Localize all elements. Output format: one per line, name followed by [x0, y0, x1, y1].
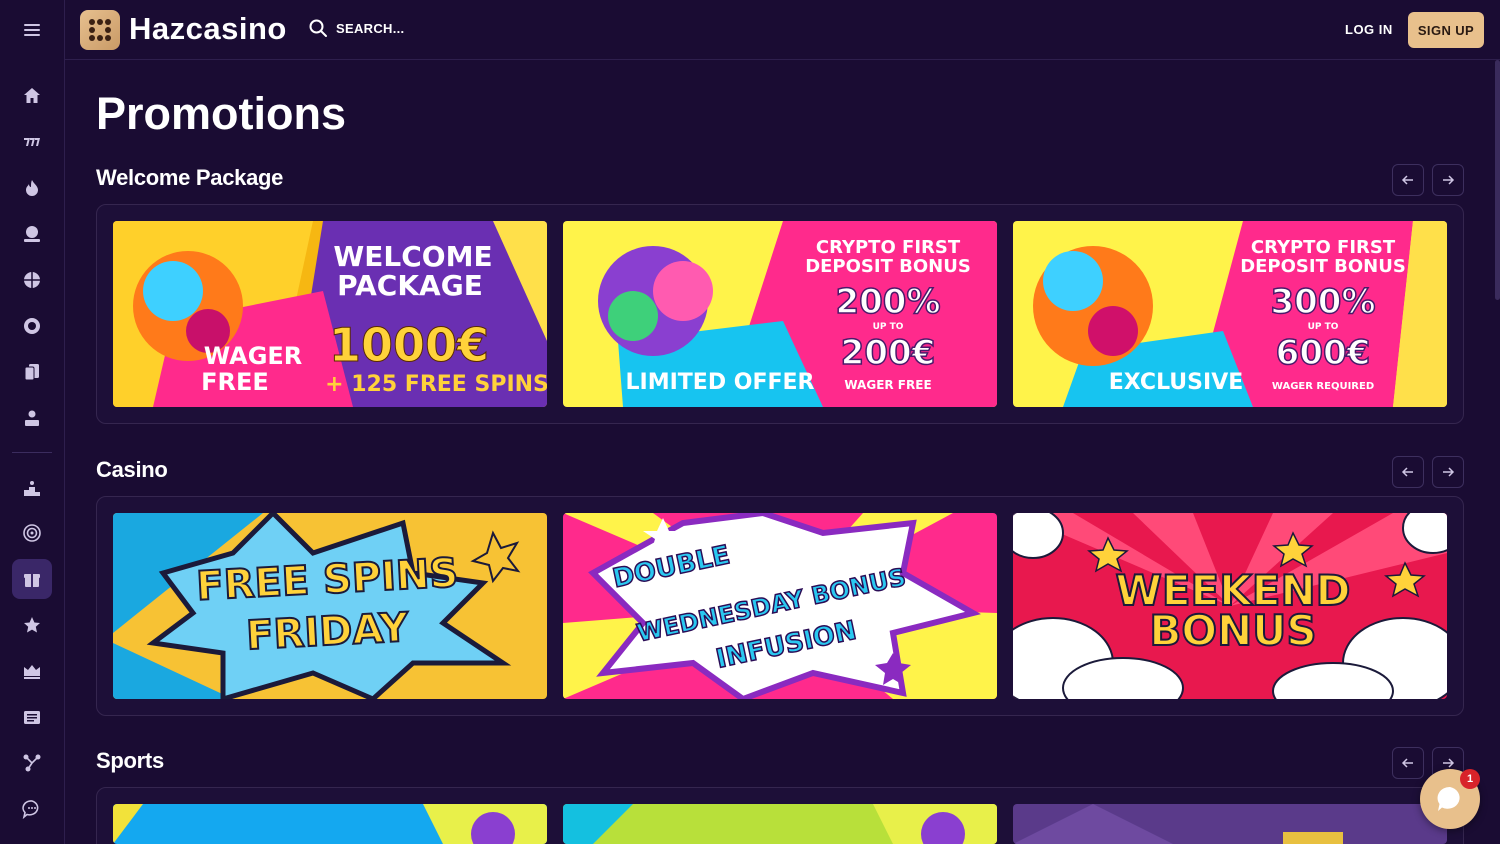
cards-icon[interactable] [12, 352, 52, 392]
promo-card-weekend-bonus[interactable]: WEEKEND BONUS [1013, 513, 1447, 699]
logo-icon[interactable] [80, 10, 120, 50]
signup-button[interactable]: SIGN UP [1408, 12, 1484, 48]
promo-card-free-spins-friday[interactable]: FREE SPINS FRIDAY [113, 513, 547, 699]
target-icon[interactable] [12, 513, 52, 553]
page-title: Promotions [96, 88, 347, 139]
card1-wager: WAGER [204, 342, 303, 370]
card3-percent: 300% [1270, 282, 1375, 322]
basketball-icon[interactable] [12, 260, 52, 300]
leaderboard-icon[interactable] [12, 468, 52, 508]
fire-icon[interactable] [12, 168, 52, 208]
card1-spins: + 125 FREE SPINS [325, 372, 547, 397]
home-icon[interactable] [12, 76, 52, 116]
welcome-next-button[interactable] [1432, 164, 1464, 196]
card3-upto: UP TO [1308, 322, 1339, 332]
chat-icon[interactable] [12, 789, 52, 829]
slots-icon[interactable] [12, 122, 52, 162]
card3-amount: 600€ [1276, 333, 1371, 373]
promo-card-double-wednesday[interactable]: DOUBLE WEDNESDAY BONUS INFUSION [563, 513, 997, 699]
card3-exclusive: EXCLUSIVE [1109, 370, 1244, 395]
card3-wager: WAGER REQUIRED [1272, 381, 1374, 392]
section-title-welcome: Welcome Package [96, 165, 284, 190]
search-label: SEARCH... [336, 20, 405, 36]
top-header: Hazcasino SEARCH... LOG IN SIGN UP [65, 0, 1500, 60]
card1-free: FREE [201, 368, 269, 396]
card3-line2: DEPOSIT BONUS [1240, 256, 1406, 277]
search-icon [309, 19, 327, 37]
chat-notification-badge: 1 [1460, 769, 1480, 789]
card4-line2: FRIDAY [245, 605, 411, 659]
arrow-left-icon [1401, 175, 1413, 185]
promo-card-crypto-300[interactable]: CRYPTO FIRST DEPOSIT BONUS 300% UP TO 60… [1013, 221, 1447, 407]
arrow-right-icon [1443, 175, 1455, 185]
news-icon[interactable] [12, 697, 52, 737]
sidebar [0, 0, 65, 844]
login-button[interactable]: LOG IN [1345, 22, 1393, 37]
speech-bubble-icon [1437, 786, 1460, 811]
card2-line2: DEPOSIT BONUS [805, 256, 971, 277]
user-stand-icon[interactable] [12, 398, 52, 438]
crown-icon[interactable] [12, 651, 52, 691]
star-icon[interactable] [12, 605, 52, 645]
card2-line1: CRYPTO FIRST [816, 237, 961, 258]
welcome-prev-button[interactable] [1392, 164, 1424, 196]
card2-wager: WAGER FREE [844, 378, 931, 392]
card6-line2: BONUS [1149, 606, 1316, 655]
promo-card-crypto-200[interactable]: CRYPTO FIRST DEPOSIT BONUS 200% UP TO 20… [563, 221, 997, 407]
card1-line2: PACKAGE [337, 269, 483, 302]
arrow-right-icon [1443, 467, 1455, 477]
arrow-right-icon [1443, 758, 1455, 768]
card2-percent: 200% [835, 282, 940, 322]
promo-card-welcome-package[interactable]: WELCOME PACKAGE 1000€ + 125 FREE SPINS W… [113, 221, 547, 407]
card2-upto: UP TO [873, 322, 904, 332]
section-title-casino: Casino [96, 457, 168, 482]
card1-amount: 1000€ [329, 318, 489, 372]
scrollbar[interactable] [1495, 60, 1500, 300]
casino-next-button[interactable] [1432, 456, 1464, 488]
promo-card-sports-3[interactable] [1013, 804, 1447, 844]
arrow-left-icon [1401, 467, 1413, 477]
card3-line1: CRYPTO FIRST [1251, 237, 1396, 258]
gift-icon[interactable] [12, 559, 52, 599]
card2-offer: LIMITED OFFER [626, 370, 815, 395]
search-button[interactable]: SEARCH... [308, 18, 404, 38]
card2-amount: 200€ [841, 333, 936, 373]
cash-stack-icon[interactable] [12, 214, 52, 254]
sidebar-divider [12, 452, 52, 453]
promo-card-sports-1[interactable] [113, 804, 547, 844]
affiliate-icon[interactable] [12, 743, 52, 783]
sports-prev-button[interactable] [1392, 747, 1424, 779]
logo-text[interactable]: Hazcasino [129, 11, 287, 47]
arrow-left-icon [1401, 758, 1413, 768]
coin-icon[interactable] [12, 306, 52, 346]
menu-icon[interactable] [12, 10, 52, 50]
promo-card-sports-2[interactable] [563, 804, 997, 844]
section-title-sports: Sports [96, 748, 164, 773]
casino-prev-button[interactable] [1392, 456, 1424, 488]
